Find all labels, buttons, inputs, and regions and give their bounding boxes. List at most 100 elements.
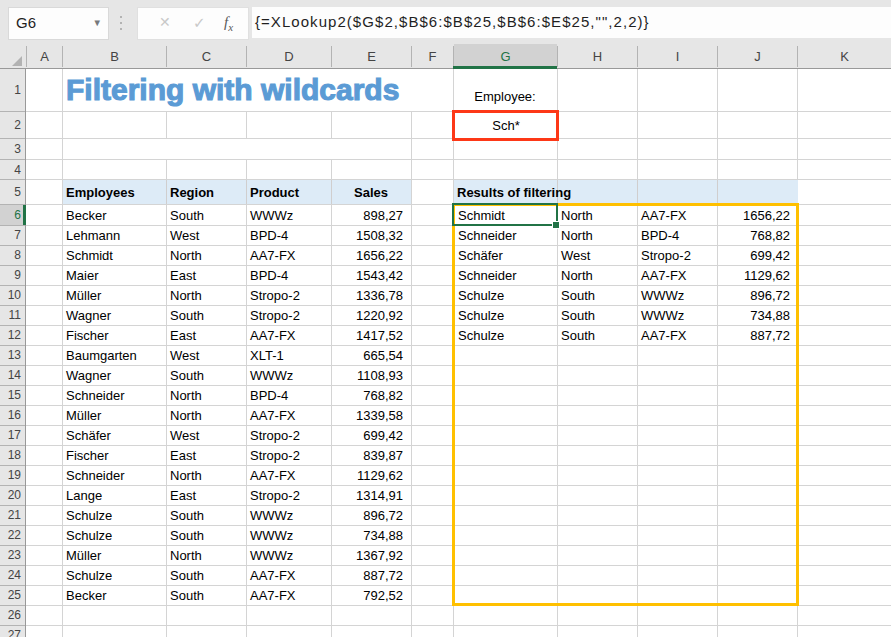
cell-B16[interactable]: Müller [66, 405, 162, 425]
name-box-dropdown-icon[interactable]: ▼ [93, 8, 102, 37]
cell-D9[interactable]: BPD-4 [250, 265, 327, 285]
results-table-header[interactable]: Results of filtering [457, 180, 571, 204]
cell-C25[interactable]: South [170, 585, 242, 605]
cell-D22[interactable]: WWWz [250, 525, 327, 545]
row-header-18[interactable]: 18 [0, 445, 21, 465]
row-header-9[interactable]: 9 [0, 265, 21, 285]
row-header-3[interactable]: 3 [0, 139, 21, 159]
cell-E17[interactable]: 699,42 [331, 425, 403, 445]
insert-function-icon[interactable]: fx [224, 8, 233, 42]
formula-input[interactable]: {=XLookup2($G$2,$B$6:$B$25,$B$6:$E$25,""… [252, 7, 891, 38]
cell-C10[interactable]: North [170, 285, 242, 305]
row-header-19[interactable]: 19 [0, 465, 21, 485]
fill-handle[interactable] [553, 222, 559, 228]
cell-D19[interactable]: AA7-FX [250, 465, 327, 485]
cell-E21[interactable]: 896,72 [331, 505, 403, 525]
cell-E25[interactable]: 792,52 [331, 585, 403, 605]
cell-C20[interactable]: East [170, 485, 242, 505]
sheet-title[interactable]: Filtering with wildcards [66, 69, 399, 111]
row-header-23[interactable]: 23 [0, 545, 21, 565]
row-header-12[interactable]: 12 [0, 325, 21, 345]
cell-D21[interactable]: WWWz [250, 505, 327, 525]
cell-B12[interactable]: Fischer [66, 325, 162, 345]
cell-D7[interactable]: BPD-4 [250, 225, 327, 245]
row-header-15[interactable]: 15 [0, 385, 21, 405]
cell-E6[interactable]: 898,27 [331, 205, 403, 225]
cell-D16[interactable]: AA7-FX [250, 405, 327, 425]
cell-B10[interactable]: Müller [66, 285, 162, 305]
row-header-25[interactable]: 25 [0, 585, 21, 605]
left-table-header-sales[interactable]: Sales [331, 180, 411, 204]
cell-C8[interactable]: North [170, 245, 242, 265]
cell-C11[interactable]: South [170, 305, 242, 325]
cell-E14[interactable]: 1108,93 [331, 365, 403, 385]
cell-D10[interactable]: Stropo-2 [250, 285, 327, 305]
cell-C7[interactable]: West [170, 225, 242, 245]
cell-D8[interactable]: AA7-FX [250, 245, 327, 265]
cell-D6[interactable]: WWWz [250, 205, 327, 225]
cell-D14[interactable]: WWWz [250, 365, 327, 385]
row-header-13[interactable]: 13 [0, 345, 21, 365]
cell-B7[interactable]: Lehmann [66, 225, 162, 245]
col-header-K[interactable]: K [798, 44, 891, 68]
col-header-I[interactable]: I [638, 44, 717, 68]
cell-D25[interactable]: AA7-FX [250, 585, 327, 605]
cell-B19[interactable]: Schneider [66, 465, 162, 485]
cell-E19[interactable]: 1129,62 [331, 465, 403, 485]
cell-D17[interactable]: Stropo-2 [250, 425, 327, 445]
cell-B18[interactable]: Fischer [66, 445, 162, 465]
cell-C6[interactable]: South [170, 205, 242, 225]
cell-C17[interactable]: West [170, 425, 242, 445]
cell-E8[interactable]: 1656,22 [331, 245, 403, 265]
row-header-22[interactable]: 22 [0, 525, 21, 545]
col-header-F[interactable]: F [412, 44, 453, 68]
formula-bar-grip[interactable] [119, 15, 123, 33]
row-header-7[interactable]: 7 [0, 225, 21, 245]
cell-E10[interactable]: 1336,78 [331, 285, 403, 305]
left-table-header-region[interactable]: Region [170, 180, 214, 204]
cell-C16[interactable]: North [170, 405, 242, 425]
cell-B15[interactable]: Schneider [66, 385, 162, 405]
col-header-G[interactable]: G [454, 44, 557, 68]
left-table-header-product[interactable]: Product [250, 180, 299, 204]
cell-D18[interactable]: Stropo-2 [250, 445, 327, 465]
row-header-26[interactable]: 26 [0, 605, 21, 625]
cell-E12[interactable]: 1417,52 [331, 325, 403, 345]
select-all-button[interactable] [0, 44, 26, 68]
cell-D20[interactable]: Stropo-2 [250, 485, 327, 505]
cell-E11[interactable]: 1220,92 [331, 305, 403, 325]
row-header-1[interactable]: 1 [0, 69, 21, 111]
row-header-6[interactable]: 6 [0, 205, 21, 225]
cell-B23[interactable]: Müller [66, 545, 162, 565]
col-header-D[interactable]: D [247, 44, 331, 68]
cell-E16[interactable]: 1339,58 [331, 405, 403, 425]
cell-D12[interactable]: AA7-FX [250, 325, 327, 345]
cell-B24[interactable]: Schulze [66, 565, 162, 585]
row-header-8[interactable]: 8 [0, 245, 21, 265]
cell-E15[interactable]: 768,82 [331, 385, 403, 405]
cell-B20[interactable]: Lange [66, 485, 162, 505]
col-header-J[interactable]: J [718, 44, 797, 68]
cell-B9[interactable]: Maier [66, 265, 162, 285]
cell-B21[interactable]: Schulze [66, 505, 162, 525]
cell-E18[interactable]: 839,87 [331, 445, 403, 465]
cell-B11[interactable]: Wagner [66, 305, 162, 325]
row-header-2[interactable]: 2 [0, 112, 21, 138]
left-table-header-employees[interactable]: Employees [66, 180, 135, 204]
cell-D15[interactable]: BPD-4 [250, 385, 327, 405]
cell-E23[interactable]: 1367,92 [331, 545, 403, 565]
cell-C19[interactable]: North [170, 465, 242, 485]
cell-C13[interactable]: West [170, 345, 242, 365]
col-header-H[interactable]: H [558, 44, 637, 68]
row-header-16[interactable]: 16 [0, 405, 21, 425]
cell-B22[interactable]: Schulze [66, 525, 162, 545]
col-header-E[interactable]: E [332, 44, 411, 68]
row-header-27[interactable]: 27 [0, 625, 21, 637]
row-header-4[interactable]: 4 [0, 160, 21, 179]
cell-C14[interactable]: South [170, 365, 242, 385]
cell-D23[interactable]: WWWz [250, 545, 327, 565]
row-header-17[interactable]: 17 [0, 425, 21, 445]
cell-B14[interactable]: Wagner [66, 365, 162, 385]
row-header-14[interactable]: 14 [0, 365, 21, 385]
cell-C23[interactable]: North [170, 545, 242, 565]
